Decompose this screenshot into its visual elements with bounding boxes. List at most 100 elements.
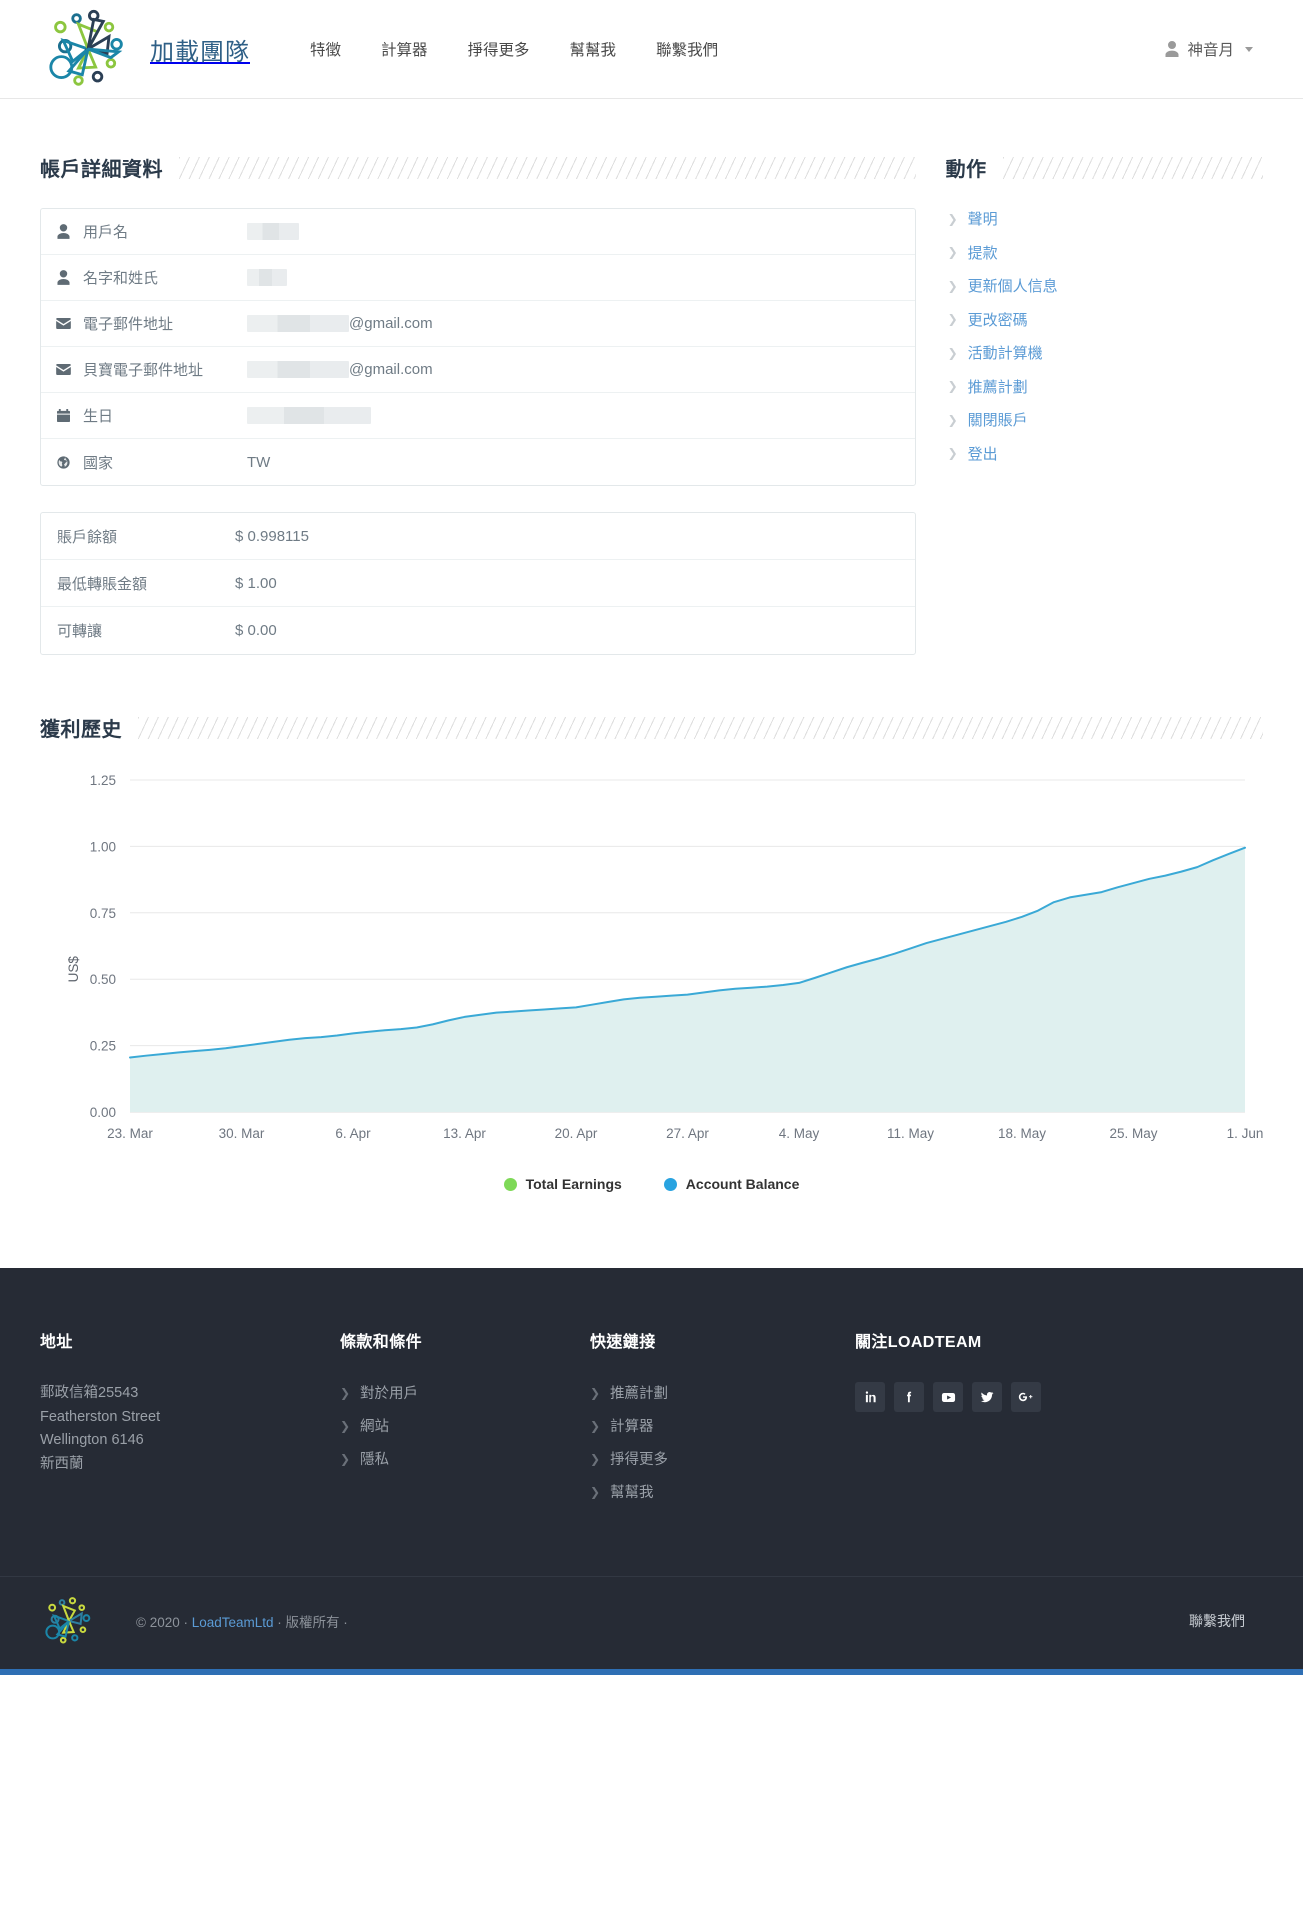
list-item: ❯ 隱私: [340, 1448, 564, 1469]
nav-item-help[interactable]: 幫幫我: [550, 28, 637, 70]
action-link-activity-calc[interactable]: 活動計算機: [968, 342, 1043, 363]
table-row: 電子郵件地址 @gmail.com: [41, 301, 915, 347]
legend-item-total-earnings[interactable]: Total Earnings: [503, 1176, 622, 1192]
nav-item-earn-more[interactable]: 掙得更多: [448, 28, 550, 70]
youtube-icon[interactable]: [933, 1382, 963, 1412]
svg-text:1.00: 1.00: [90, 839, 116, 854]
chevron-right-icon: ❯: [340, 1385, 351, 1400]
table-row: 國家 TW: [41, 439, 915, 485]
legend-label: Total Earnings: [525, 1176, 622, 1192]
site-footer: 地址 郵政信箱25543 Featherston Street Wellingt…: [0, 1268, 1303, 1675]
company-link[interactable]: LoadTeamLtd: [192, 1615, 274, 1630]
list-item: ❯ 對於用戶: [340, 1382, 564, 1403]
footer-terms-title: 條款和條件: [340, 1334, 423, 1351]
legend-item-account-balance[interactable]: Account Balance: [663, 1176, 800, 1192]
redacted-value: [247, 361, 349, 378]
row-label-username: 用戶名: [55, 221, 247, 242]
brand-logo-link[interactable]: 加載團隊: [40, 8, 250, 90]
row-value-transferable: $ 0.00: [235, 622, 277, 639]
svg-text:0.00: 0.00: [90, 1105, 116, 1120]
brand-name: 加載團隊: [150, 38, 250, 66]
googleplus-icon[interactable]: [1011, 1382, 1041, 1412]
chevron-right-icon: ❯: [590, 1484, 601, 1499]
svg-text:0.50: 0.50: [90, 972, 116, 987]
globe-icon: [55, 454, 71, 470]
footer-link-about-users[interactable]: 對於用戶: [360, 1382, 418, 1403]
row-value-account-balance: $ 0.998115: [235, 527, 309, 545]
redacted-value: [247, 407, 371, 424]
svg-text:25. May: 25. May: [1109, 1126, 1157, 1141]
chevron-right-icon: ❯: [340, 1418, 351, 1433]
chevron-right-icon: ❯: [947, 312, 958, 326]
list-item: ❯ 掙得更多: [590, 1448, 829, 1469]
user-menu[interactable]: 神音月: [1165, 38, 1275, 60]
earnings-chart-svg[interactable]: 0.00 0.25 0.50 0.75 1.00 1.25 US$ 23. Mar 30. Ma…: [40, 768, 1263, 1168]
svg-text:4. May: 4. May: [779, 1126, 820, 1141]
list-item: ❯ 關閉賬戶: [948, 409, 1263, 430]
row-value-email: @gmail.com: [247, 315, 433, 332]
address-line: 郵政信箱25543: [40, 1385, 139, 1401]
list-item: ❯ 計算器: [590, 1415, 829, 1436]
twitter-icon[interactable]: [972, 1382, 1002, 1412]
account-details-table: 用戶名 名字和姓氏 電子郵件地址 @gmail.com 貝寶電子郵件地址 @gm…: [40, 208, 916, 486]
chevron-right-icon: ❯: [590, 1385, 601, 1400]
table-row: 賬戶餘額 $ 0.998115: [41, 513, 915, 560]
svg-text:0.25: 0.25: [90, 1039, 116, 1054]
footer-contact-link[interactable]: 聯繫我們: [1189, 1611, 1263, 1631]
row-label-text: 生日: [83, 408, 114, 425]
footer-link-referral[interactable]: 推薦計劃: [610, 1382, 668, 1403]
table-row: 用戶名: [41, 209, 915, 255]
envelope-icon: [55, 316, 71, 332]
hatch-decoration: [1002, 156, 1263, 179]
action-link-change-password[interactable]: 更改密碼: [968, 309, 1028, 330]
hatch-decoration: [138, 716, 1263, 739]
footer-link-help[interactable]: 幫幫我: [610, 1481, 654, 1502]
table-row: 可轉讓 $ 0.00: [41, 607, 915, 654]
redacted-value: [247, 223, 299, 240]
row-label-birthday: 生日: [55, 405, 247, 426]
redacted-value: [247, 315, 349, 332]
email-domain-suffix: @gmail.com: [349, 315, 433, 332]
action-link-update-profile[interactable]: 更新個人信息: [968, 275, 1058, 296]
list-item: ❯ 推薦計劃: [948, 376, 1263, 397]
person-icon: [55, 224, 71, 240]
earnings-chart[interactable]: 0.00 0.25 0.50 0.75 1.00 1.25 US$ 23. Mar 30. Ma…: [40, 768, 1263, 1198]
earnings-history-section: 獲利歷史 0.00 0.25 0.50 0.75 1.00 1.25 US$ 23. Mar 3…: [40, 713, 1263, 1198]
footer-address-title: 地址: [40, 1334, 73, 1351]
action-link-statement[interactable]: 聲明: [968, 208, 998, 229]
svg-text:30. Mar: 30. Mar: [219, 1126, 265, 1141]
action-link-logout[interactable]: 登出: [968, 443, 998, 464]
chart-container: 獲利歷史 0.00 0.25 0.50 0.75 1.00 1.25 US$ 23. Mar 3…: [0, 655, 1303, 1198]
linkedin-icon[interactable]: [855, 1382, 885, 1412]
svg-text:0.75: 0.75: [90, 906, 116, 921]
action-link-withdraw[interactable]: 提款: [968, 242, 998, 263]
legend-label: Account Balance: [685, 1176, 800, 1192]
address-line: Wellington 6146: [40, 1432, 144, 1449]
svg-text:1. Jun: 1. Jun: [1227, 1126, 1263, 1141]
list-item: ❯ 幫幫我: [590, 1481, 829, 1502]
chevron-right-icon: ❯: [340, 1451, 351, 1466]
footer-link-website[interactable]: 網站: [360, 1415, 389, 1436]
address-line: Featherston Street: [40, 1408, 161, 1425]
row-label-text: 名字和姓氏: [83, 270, 159, 287]
address-line: 新西蘭: [40, 1455, 84, 1472]
chevron-right-icon: ❯: [947, 446, 958, 460]
facebook-icon[interactable]: [894, 1382, 924, 1412]
footer-link-earn-more[interactable]: 掙得更多: [610, 1448, 668, 1469]
nav-item-calculator[interactable]: 計算器: [361, 28, 448, 70]
row-label-transferable: 可轉讓: [57, 623, 103, 640]
earnings-history-title: 獲利歷史: [40, 719, 122, 741]
row-value-country: TW: [247, 453, 271, 471]
nav-item-contact[interactable]: 聯繫我們: [636, 28, 738, 70]
footer-link-privacy[interactable]: 隱私: [360, 1448, 389, 1469]
footer-quicklinks-list: ❯ 推薦計劃 ❯ 計算器 ❯ 掙得更多 ❯ 幫幫我: [590, 1382, 829, 1502]
action-link-close-account[interactable]: 關閉賬戶: [968, 409, 1028, 430]
list-item: ❯ 更改密碼: [948, 309, 1263, 330]
envelope-icon: [55, 362, 71, 378]
table-row: 生日: [41, 393, 915, 439]
footer-link-calculator[interactable]: 計算器: [610, 1415, 654, 1436]
action-link-referral[interactable]: 推薦計劃: [968, 376, 1028, 397]
nav-item-features[interactable]: 特徵: [290, 28, 361, 70]
chevron-right-icon: ❯: [947, 412, 958, 427]
page-container: 帳戶詳細資料 用戶名 名字和姓氏 電子郵件地址 @gmail.com 貝寶電子郵…: [0, 99, 1303, 655]
